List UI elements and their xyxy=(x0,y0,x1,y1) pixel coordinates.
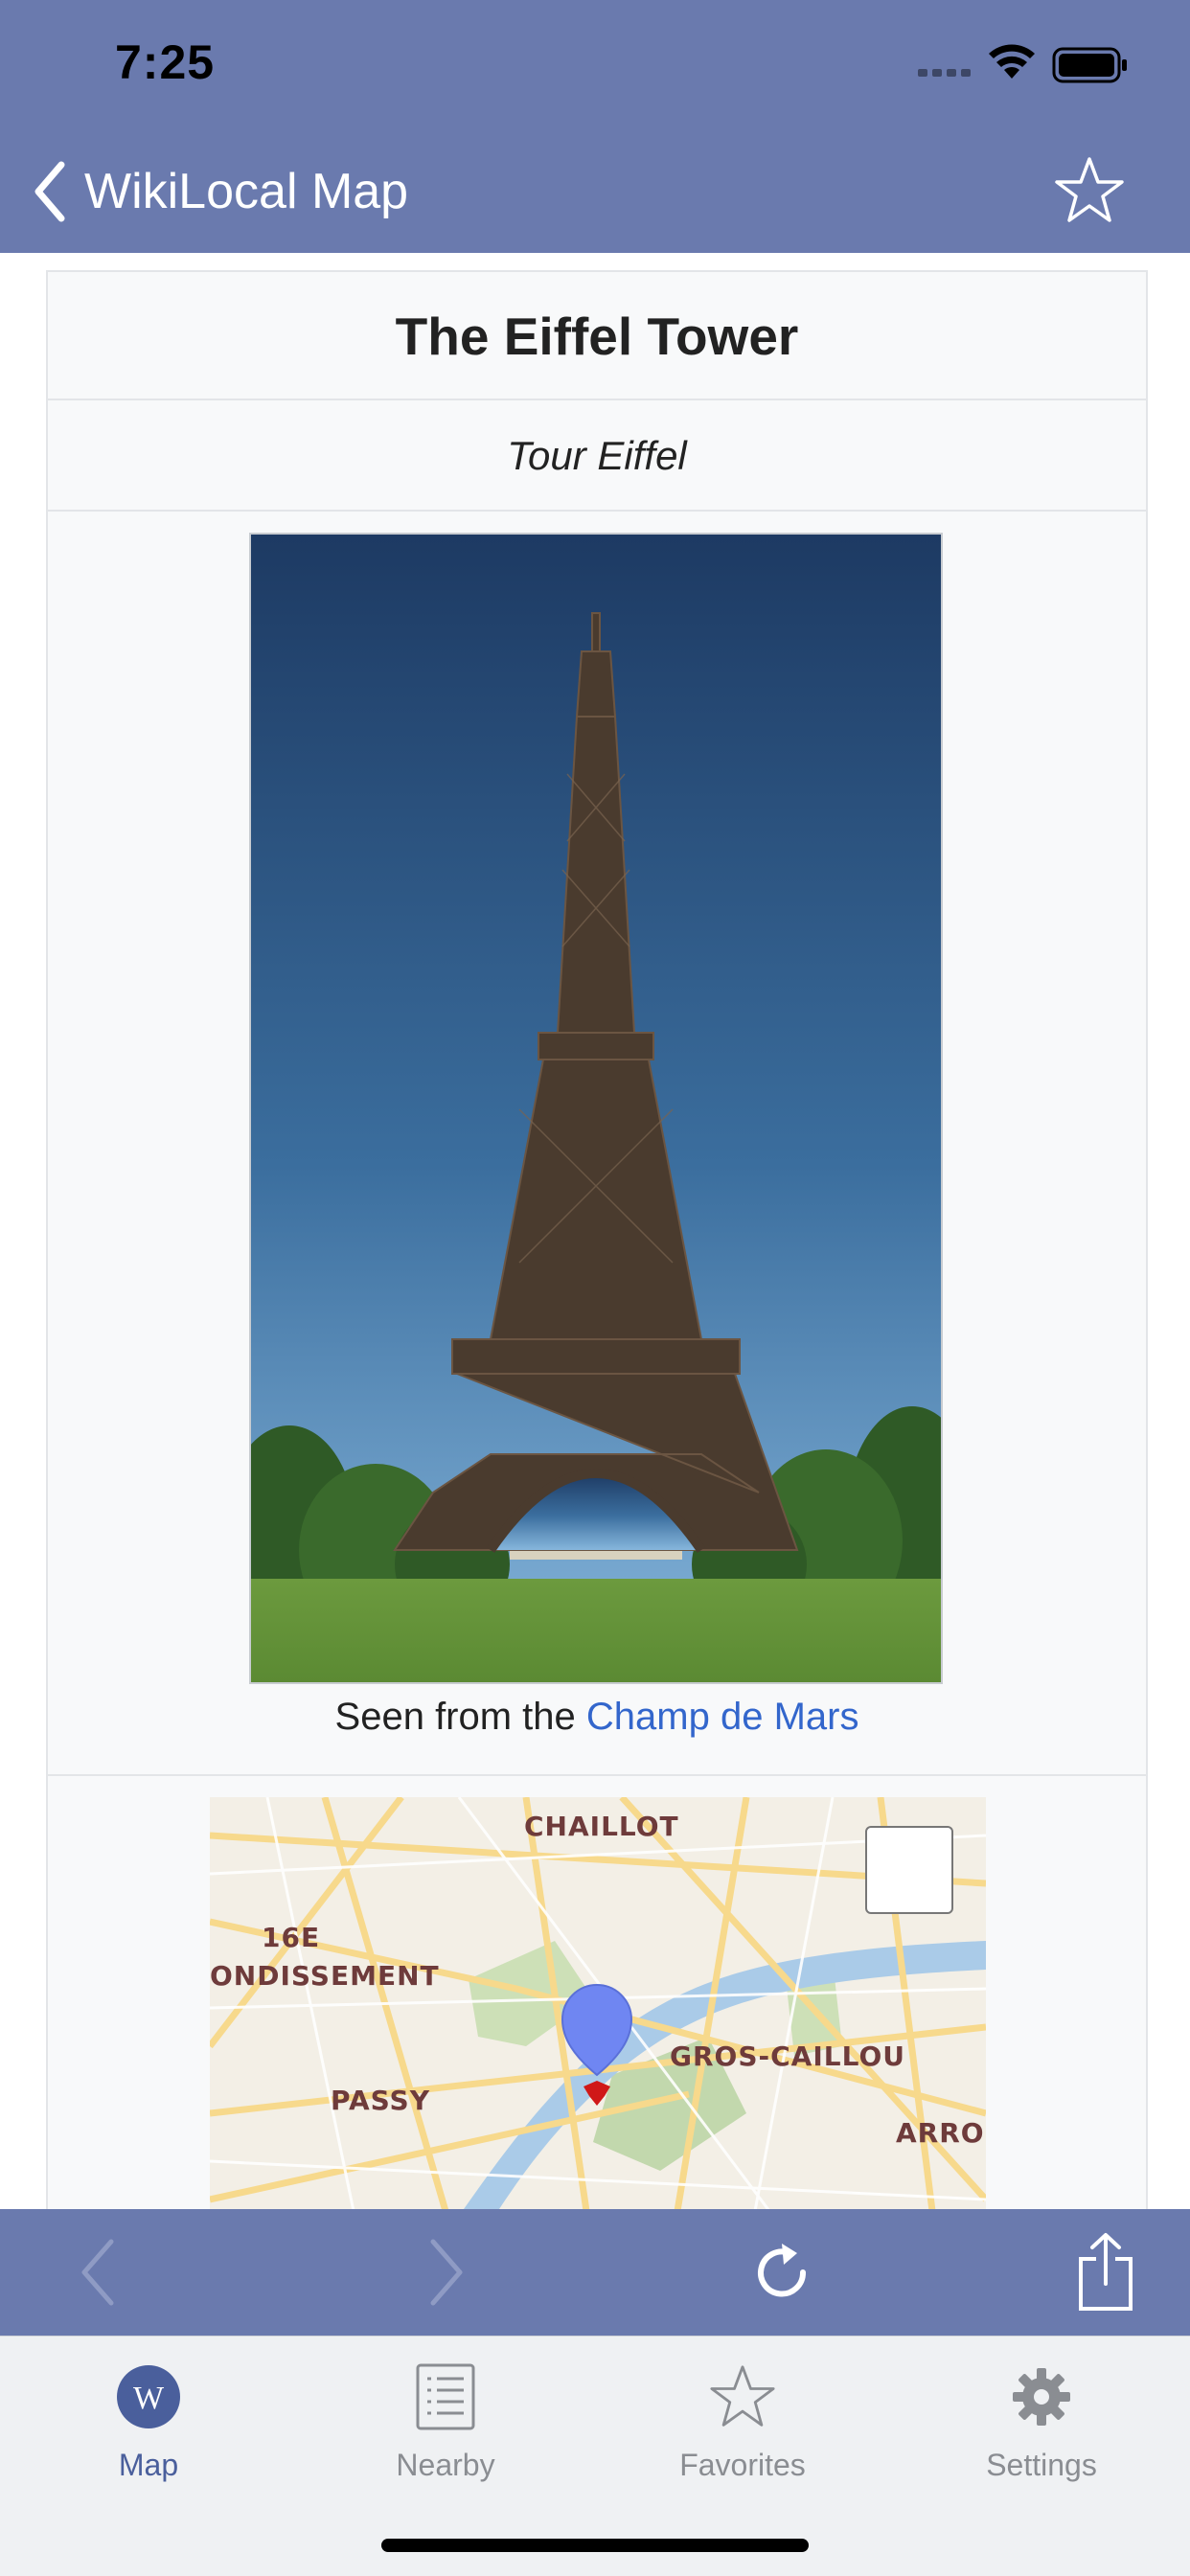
infobox-image-row: Seen from the Champ de Mars xyxy=(48,512,1146,1776)
article-webview[interactable]: The Eiffel Tower Tour Eiffel Seen from t… xyxy=(0,253,1190,2209)
article-native-name: Tour Eiffel xyxy=(507,433,687,478)
champ-de-mars-link[interactable]: Champ de Mars xyxy=(586,1696,859,1738)
map-label-16e: 16E xyxy=(262,1922,321,1953)
map-label-chaillot: CHAILLOT xyxy=(524,1811,679,1842)
infobox-map-row: CHAILLOT 16E ONDISSEMENT GROS-CAILLOU PA… xyxy=(48,1776,1146,2209)
article-title: The Eiffel Tower xyxy=(395,307,799,366)
wifi-icon xyxy=(989,44,1035,79)
infobox: The Eiffel Tower Tour Eiffel Seen from t… xyxy=(46,270,1148,2209)
reload-button[interactable] xyxy=(742,2232,822,2313)
wikipedia-logo-icon: W xyxy=(117,2365,180,2428)
navigation-bar: WikiLocal Map xyxy=(0,134,1190,253)
map-label-gros-caillou: GROS-CAILLOU xyxy=(670,2040,905,2072)
tab-favorites-label: Favorites xyxy=(679,2448,806,2482)
tab-map-label: Map xyxy=(118,2448,179,2482)
back-button-label: WikiLocal Map xyxy=(84,164,409,219)
map-toggle-button[interactable] xyxy=(865,1826,953,1914)
chevron-right-icon xyxy=(430,2239,463,2306)
eiffel-tower-photo[interactable] xyxy=(249,533,943,1684)
favorite-star-icon[interactable] xyxy=(1054,155,1125,226)
image-caption: Seen from the Champ de Mars xyxy=(48,1696,1146,1739)
chevron-left-icon xyxy=(34,161,65,222)
status-time: 7:25 xyxy=(115,35,216,89)
battery-icon xyxy=(1052,47,1127,83)
tab-nearby[interactable]: Nearby xyxy=(297,2356,594,2499)
svg-text:W: W xyxy=(133,2381,165,2416)
tab-settings-label: Settings xyxy=(986,2448,1097,2482)
browser-toolbar xyxy=(0,2209,1190,2336)
map-label-passy: PASSY xyxy=(331,2085,430,2116)
tab-favorites[interactable]: Favorites xyxy=(594,2356,891,2499)
reload-icon xyxy=(758,2244,807,2297)
map-label-arrondissement: ONDISSEMENT xyxy=(210,1960,440,1992)
share-icon xyxy=(1079,2233,1133,2311)
star-icon xyxy=(710,2365,775,2427)
infobox-subtitle-row: Tour Eiffel xyxy=(48,400,1146,512)
infobox-title-row: The Eiffel Tower xyxy=(48,272,1146,400)
gear-icon xyxy=(1013,2368,1070,2426)
tab-settings[interactable]: Settings xyxy=(893,2356,1190,2499)
back-page-button[interactable] xyxy=(57,2232,138,2313)
location-map[interactable]: CHAILLOT 16E ONDISSEMENT GROS-CAILLOU PA… xyxy=(210,1797,986,2209)
back-button[interactable]: WikiLocal Map xyxy=(31,151,408,232)
tab-map[interactable]: W Map xyxy=(0,2356,297,2499)
cellular-signal-icon xyxy=(918,69,971,77)
tab-nearby-label: Nearby xyxy=(396,2448,495,2482)
chevron-left-icon xyxy=(81,2239,114,2306)
map-label-arron: ARRON xyxy=(896,2117,986,2149)
status-bar: 7:25 xyxy=(0,0,1190,134)
caption-text: Seen from the xyxy=(334,1696,586,1738)
home-indicator[interactable] xyxy=(381,2539,809,2552)
forward-page-button[interactable] xyxy=(406,2232,487,2313)
list-icon xyxy=(416,2363,475,2430)
share-button[interactable] xyxy=(1065,2232,1146,2313)
